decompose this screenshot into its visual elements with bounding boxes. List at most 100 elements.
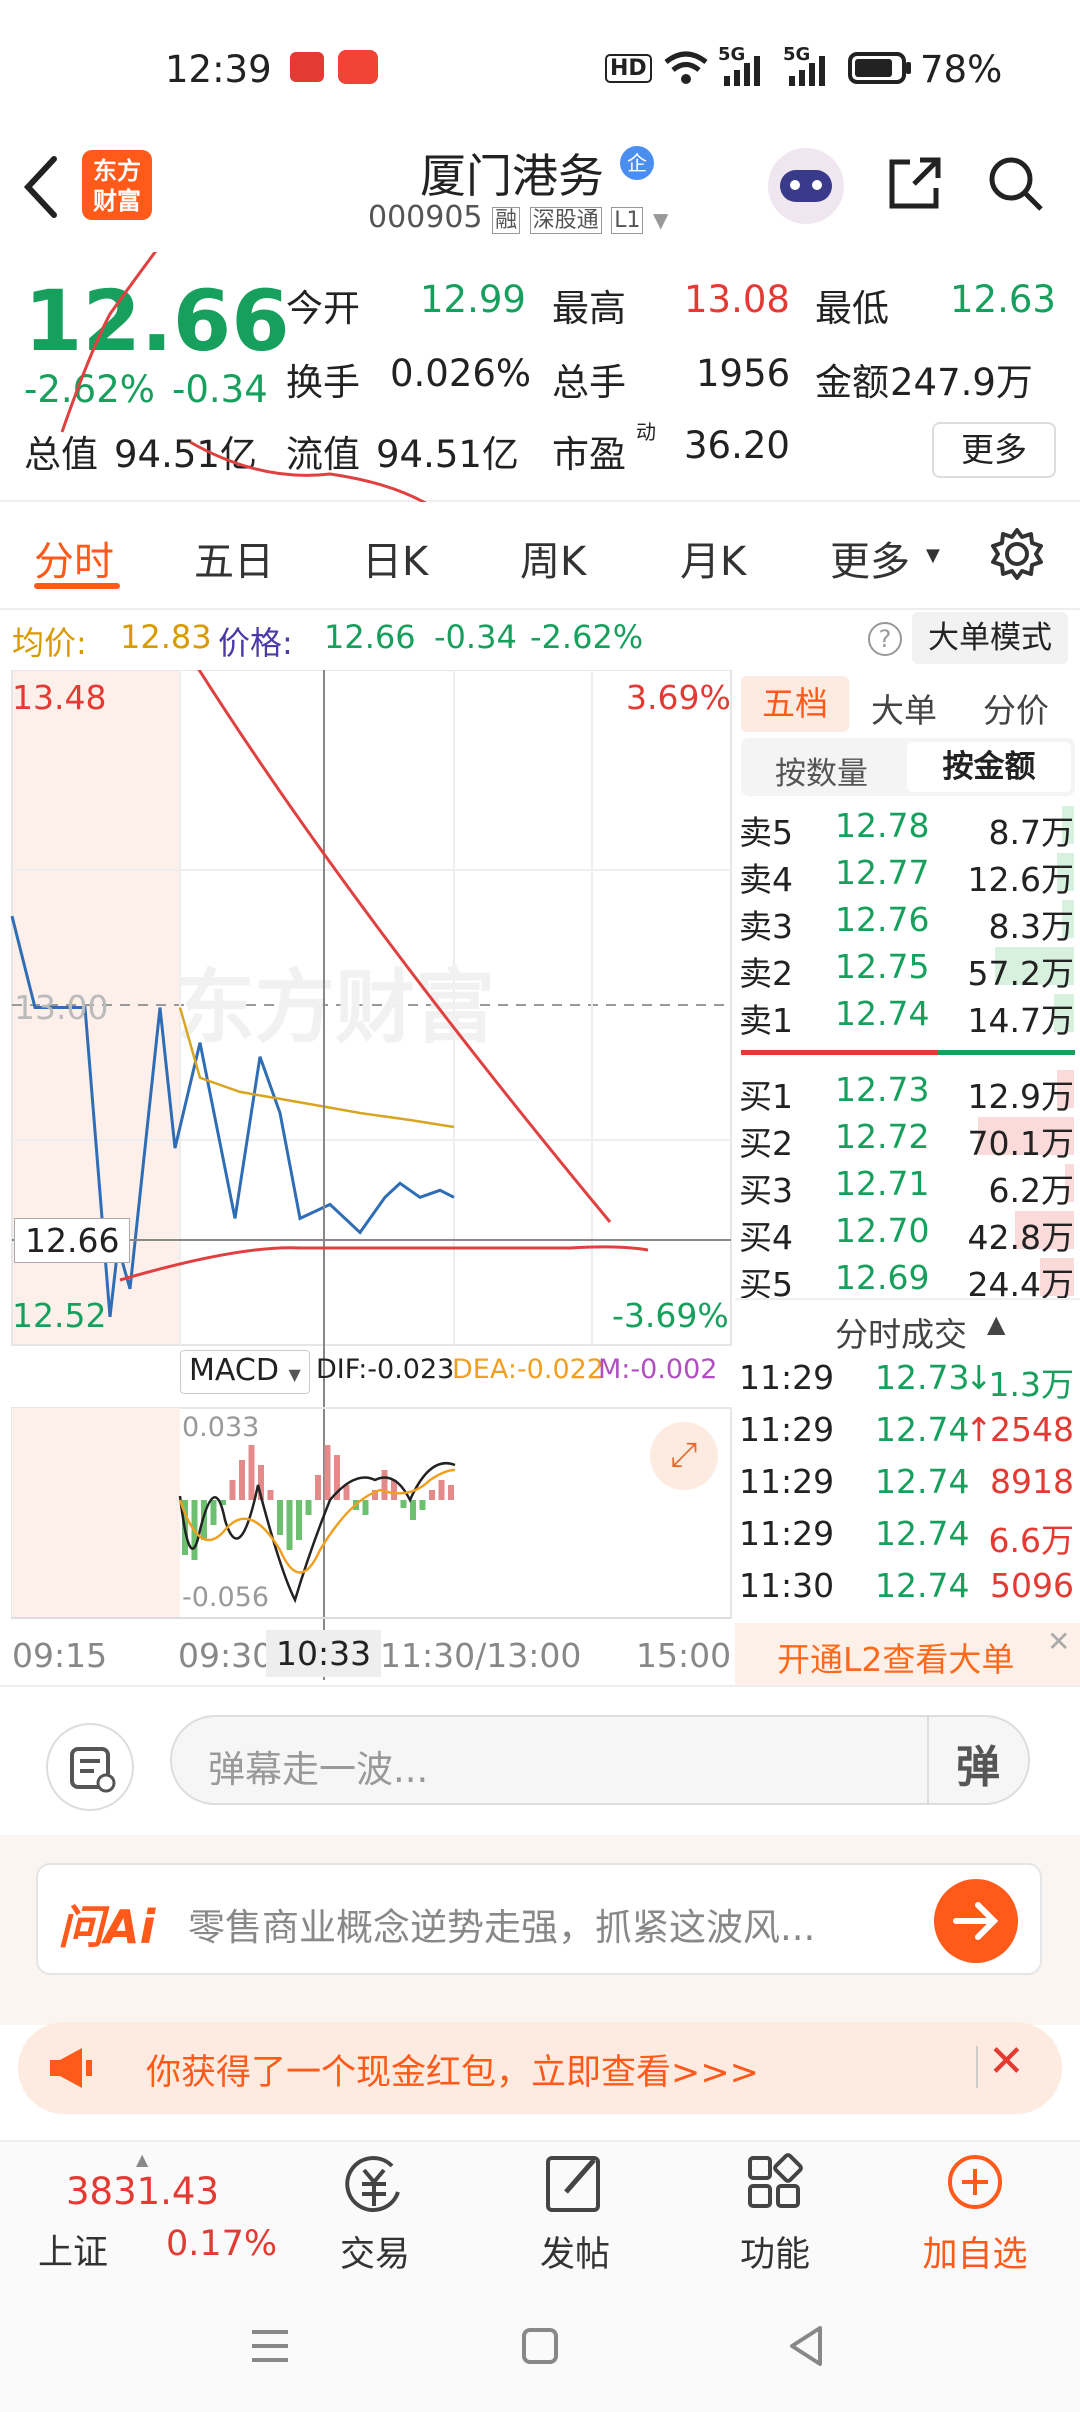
macd-dif-value: DIF:-0.023	[316, 1354, 455, 1385]
index-name: 上证	[38, 2233, 109, 2273]
tab-intraday[interactable]: 分时	[34, 529, 114, 587]
trade-price: 12.74	[875, 1462, 970, 1501]
trades-title[interactable]: 分时成交	[835, 1308, 967, 1356]
macd-bar	[267, 1490, 274, 1500]
order-book-panel: 五档 大单 分价 按数量 按金额 卖5 12.78 8.7万 卖4 12.77 12.6万…	[735, 670, 1080, 1685]
bid-price: 12.70	[835, 1211, 930, 1250]
fullscreen-expand-icon[interactable]: ⤢	[650, 1422, 718, 1490]
ask-level-label: 卖1	[739, 1001, 793, 1040]
add-watchlist-nav-item[interactable]: 加自选	[905, 2152, 1045, 2277]
macd-bar	[296, 1500, 302, 1540]
stock-code-row[interactable]: 000905 融 深股通 L1 ▼	[368, 200, 668, 235]
by-amount-button[interactable]: 按金额	[907, 742, 1071, 792]
ai-go-button[interactable]	[934, 1879, 1018, 1963]
mid-price-label: 13.00	[14, 988, 109, 1027]
bid-level-label: 买2	[739, 1124, 793, 1163]
tab-weekly-k[interactable]: 周K	[520, 529, 586, 587]
tab-five-day[interactable]: 五日	[194, 529, 274, 587]
stock-code: 000905	[368, 200, 483, 235]
trade-volume: 2548	[990, 1410, 1074, 1449]
trade-volume: 8918	[990, 1462, 1074, 1501]
ask-row: 卖2 12.75 57.2万	[735, 943, 1080, 993]
settings-gear-icon[interactable]	[990, 527, 1044, 581]
status-bar: 12:39 HD 5G 5G 78%	[0, 0, 1080, 140]
edit-post-icon	[546, 2156, 600, 2212]
close-banner-icon[interactable]: ✕	[988, 2036, 1025, 2087]
chart-tabs: 分时 五日 日K 周K 月K 更多 ▼	[0, 505, 1080, 610]
ask-row: 卖5 12.78 8.7万	[735, 802, 1080, 852]
app-logo[interactable]: 东方 财富	[82, 150, 152, 220]
macd-bar	[315, 1475, 321, 1500]
macd-bar	[400, 1500, 407, 1508]
bottom-price-label: 12.52	[12, 1296, 107, 1335]
macd-bar	[286, 1500, 293, 1550]
wifi-icon	[664, 51, 708, 84]
bid-amount: 70.1万	[967, 1124, 1074, 1163]
trade-volume: 6.6万	[988, 1521, 1074, 1560]
ask-price: 12.77	[835, 853, 930, 892]
price-change-pct: -2.62%	[530, 618, 644, 656]
back-triangle-icon[interactable]	[784, 2322, 828, 2370]
quote-panel: 12.66 -2.62% -0.34 今开 12.99 最高 13.08 最低 …	[0, 252, 1080, 502]
help-icon[interactable]: ?	[868, 622, 902, 656]
bid-row: 买2 12.72 70.1万	[735, 1113, 1080, 1163]
battery-percent: 78%	[920, 48, 1003, 91]
home-square-icon[interactable]	[518, 2324, 562, 2368]
ask-level-label: 卖5	[739, 813, 793, 852]
danmu-toggle-icon[interactable]: 弹	[956, 1731, 1000, 1795]
functions-label: 功能	[739, 2235, 810, 2275]
top-price-label: 13.48	[12, 678, 107, 717]
trade-row: 11:29 12.74 8918	[735, 1458, 1080, 1506]
danmu-input[interactable]: 弹幕走一波... 弹	[170, 1715, 1030, 1805]
l2-promo-banner[interactable]: 开通L2查看大单 ✕	[735, 1623, 1080, 1685]
trades-caret-icon: ▲	[987, 1310, 1006, 1338]
close-promo-icon[interactable]: ✕	[1047, 1625, 1070, 1658]
grid-apps-icon	[748, 2153, 803, 2208]
ask-price: 12.76	[835, 900, 930, 939]
ask-price: 12.74	[835, 994, 930, 1033]
functions-nav-item[interactable]: 功能	[705, 2152, 845, 2277]
bottom-toolbar: ▲ 3831.43 上证 0.17% 交易 发帖 功能 加自选	[0, 2140, 1080, 2280]
large-order-mode-button[interactable]: 大单模式	[912, 612, 1068, 664]
price-info-bar: 均价: 12.83 价格: 12.66 -0.34 -2.62% ? 大单模式	[0, 610, 1080, 670]
logo-line-2: 财富	[93, 187, 141, 215]
tab-large-orders[interactable]: 大单	[871, 684, 937, 732]
trade-icon	[345, 2156, 400, 2212]
macd-bar	[305, 1500, 312, 1515]
tab-price-distribution[interactable]: 分价	[983, 684, 1049, 732]
add-circle-icon	[948, 2155, 1002, 2209]
trade-row: 11:29 12.73 ↓ 1.3万	[735, 1354, 1080, 1404]
logo-line-1: 东方	[93, 157, 141, 185]
cash-redpacket-banner[interactable]: 你获得了一个现金红包，立即查看>>> ✕	[18, 2022, 1062, 2114]
back-arrow-icon[interactable]	[22, 155, 62, 219]
ai-robot-avatar[interactable]	[768, 148, 844, 224]
search-icon[interactable]	[986, 154, 1046, 214]
post-label: 发帖	[539, 2235, 610, 2275]
tab-monthly-k[interactable]: 月K	[680, 529, 746, 587]
ask-bid-ratio-green	[938, 1050, 1075, 1055]
indicator-selector[interactable]: MACD ▼	[180, 1350, 310, 1394]
tab-five-levels[interactable]: 五档	[741, 676, 849, 732]
trade-nav-item[interactable]: 交易	[305, 2152, 445, 2277]
bid-level-label: 买4	[739, 1218, 793, 1257]
ask-level-label: 卖4	[739, 860, 793, 899]
avg-label: 均价:	[12, 624, 87, 662]
ask-amount: 57.2万	[967, 954, 1074, 993]
signal-icon-2	[789, 56, 825, 86]
time-label-close: 15:00	[636, 1636, 732, 1675]
danmu-settings-button[interactable]	[46, 1723, 134, 1811]
share-icon[interactable]	[884, 154, 944, 214]
post-nav-item[interactable]: 发帖	[505, 2152, 645, 2277]
index-widget[interactable]: ▲ 3831.43 上证 0.17%	[28, 2150, 277, 2273]
menu-icon[interactable]	[248, 2326, 292, 2366]
by-quantity-button[interactable]: 按数量	[775, 748, 868, 793]
ai-suggestion-card[interactable]: 问Ai 零售商业概念逆势走强，抓紧这波风...	[36, 1863, 1042, 1975]
index-value: 3831.43	[66, 2170, 220, 2213]
bid-level-label: 买3	[739, 1171, 793, 1210]
tab-more[interactable]: 更多	[830, 529, 910, 587]
macd-bottom-label: -0.056	[182, 1582, 270, 1613]
price-value: 12.66	[324, 618, 416, 656]
intraday-chart[interactable]: 东方财富 13.48 3.69% 13.00 12.66 12.52 -3.69…	[0, 670, 735, 1685]
trade-time: 11:29	[739, 1410, 835, 1449]
tab-daily-k[interactable]: 日K	[362, 529, 428, 587]
